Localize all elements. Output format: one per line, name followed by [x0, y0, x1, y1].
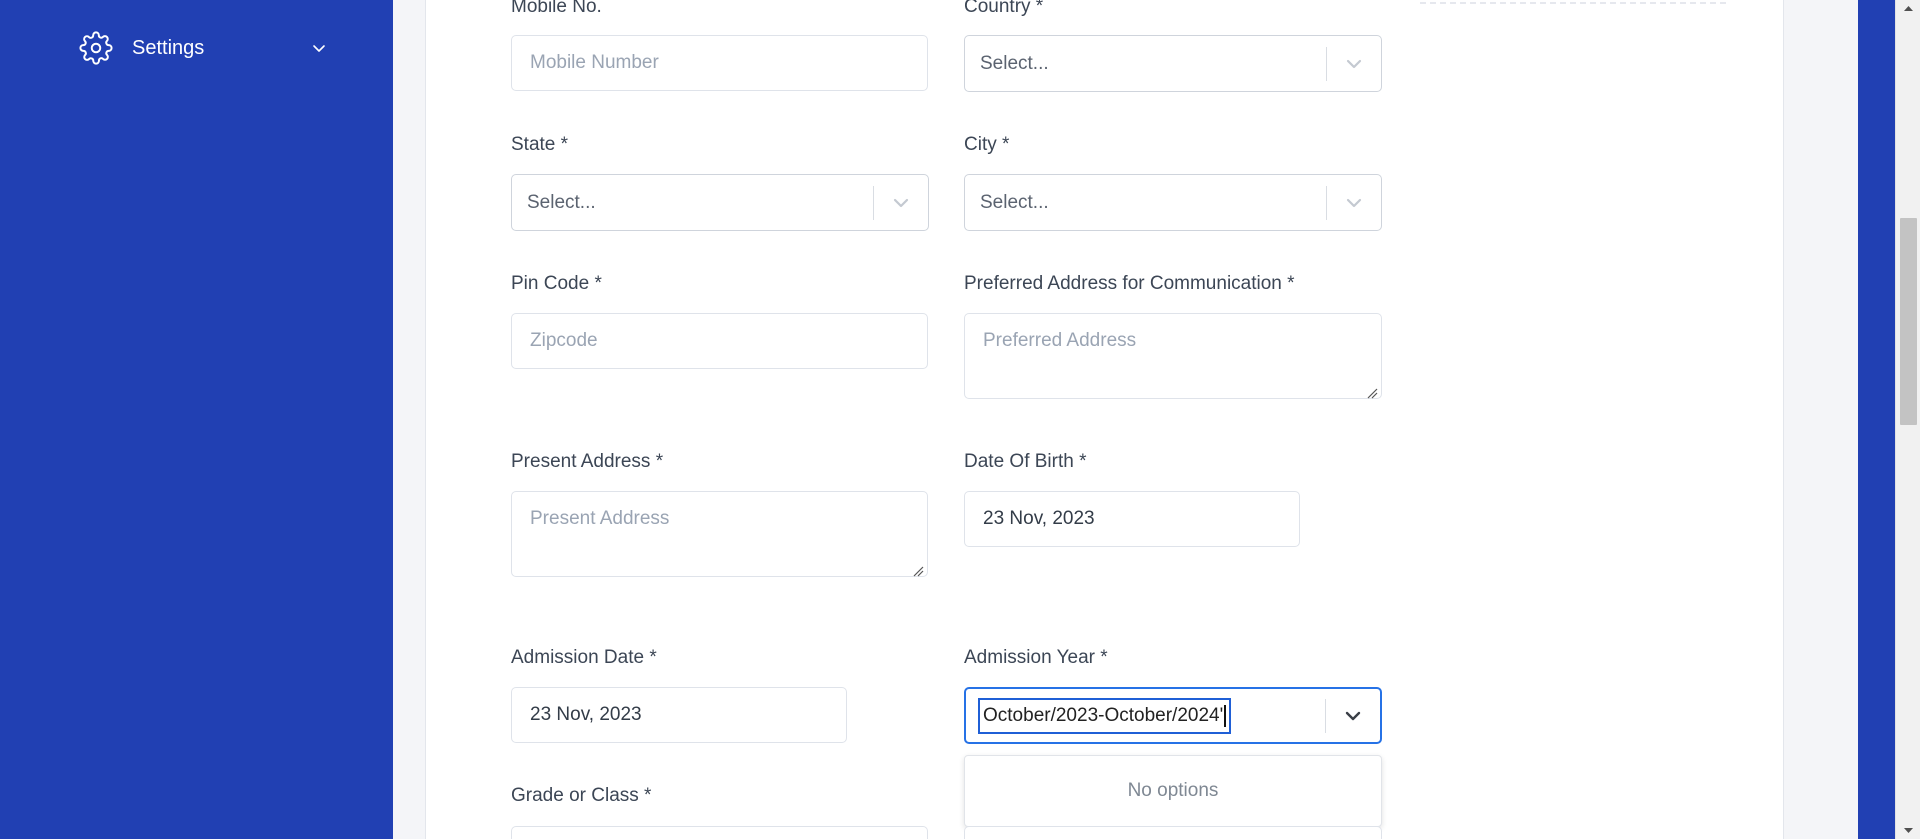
sidebar-item-settings[interactable]: Settings: [78, 29, 338, 67]
state-label: State *: [511, 134, 569, 155]
state-select[interactable]: Select...: [511, 174, 929, 231]
text-caret: [1224, 704, 1227, 727]
sidebar-item-label: Settings: [132, 36, 205, 59]
preferred-address-label: Preferred Address for Communication *: [964, 273, 1295, 294]
admission-year-typed-value: October/2023-October/2024': [983, 704, 1224, 726]
admission-year-label: Admission Year *: [964, 647, 1108, 668]
pincode-label: Pin Code *: [511, 273, 602, 294]
mobile-placeholder: Mobile Number: [530, 52, 659, 73]
gear-icon: [78, 30, 114, 66]
admission-year-select[interactable]: October/2023-October/2024': [964, 687, 1382, 744]
side-panel-border: [1420, 0, 1726, 4]
state-select-value: Select...: [527, 191, 596, 213]
chevron-down-icon: [310, 39, 328, 57]
scroll-up-arrow-icon[interactable]: [1896, 0, 1920, 18]
city-select[interactable]: Select...: [964, 174, 1382, 231]
grade-select[interactable]: [511, 826, 928, 839]
country-label: Country *: [964, 0, 1044, 17]
chevron-down-icon[interactable]: [874, 175, 928, 230]
scrollbar[interactable]: [1895, 0, 1920, 839]
chevron-down-icon[interactable]: [1327, 36, 1381, 91]
present-address-label: Present Address *: [511, 451, 664, 472]
city-select-value: Select...: [980, 191, 1049, 213]
present-address-textarea[interactable]: Present Address: [511, 491, 928, 577]
scrollbar-thumb[interactable]: [1900, 218, 1917, 425]
chevron-down-icon[interactable]: [1326, 689, 1380, 742]
city-label: City *: [964, 134, 1010, 155]
sidebar: Settings: [0, 0, 393, 839]
dob-input[interactable]: 23 Nov, 2023: [964, 491, 1300, 547]
mobile-label: Mobile No.: [511, 0, 602, 17]
admission-date-input[interactable]: 23 Nov, 2023: [511, 687, 847, 743]
resize-handle-icon[interactable]: [1366, 383, 1378, 399]
present-address-placeholder: Present Address: [530, 508, 670, 529]
right-frame: [1858, 0, 1895, 839]
admission-year-menu: No options: [964, 755, 1382, 827]
no-options-text: No options: [1127, 780, 1219, 801]
dob-label: Date Of Birth *: [964, 451, 1087, 472]
pincode-placeholder: Zipcode: [530, 330, 598, 351]
grade-label: Grade or Class *: [511, 785, 652, 806]
admission-year-input[interactable]: October/2023-October/2024': [978, 697, 1232, 734]
mobile-input[interactable]: Mobile Number: [511, 35, 928, 91]
pincode-input[interactable]: Zipcode: [511, 313, 928, 369]
country-select[interactable]: Select...: [964, 35, 1382, 92]
preferred-address-placeholder: Preferred Address: [983, 330, 1137, 351]
admission-date-label: Admission Date *: [511, 647, 657, 668]
preferred-address-textarea[interactable]: Preferred Address: [964, 313, 1382, 399]
chevron-down-icon[interactable]: [1327, 175, 1381, 230]
country-select-value: Select...: [980, 52, 1049, 74]
scroll-down-arrow-icon[interactable]: [1896, 821, 1920, 839]
resize-handle-icon[interactable]: [912, 561, 924, 577]
dob-value: 23 Nov, 2023: [983, 508, 1095, 529]
admission-date-value: 23 Nov, 2023: [530, 704, 642, 725]
section-select[interactable]: [964, 826, 1382, 839]
